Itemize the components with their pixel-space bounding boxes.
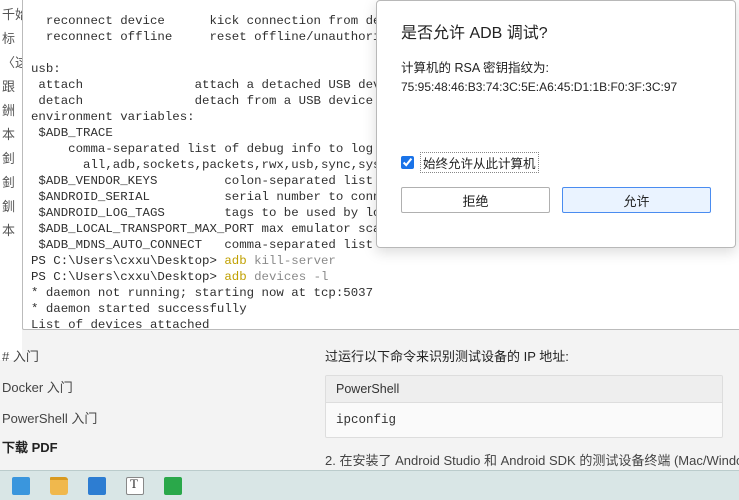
dialog-subtitle: 计算机的 RSA 密钥指纹为: [401,57,711,76]
doc-paragraph: 过运行以下命令来识别测试设备的 IP 地址: [325,340,735,375]
taskbar-app-icon[interactable] [164,477,182,495]
always-allow-checkbox[interactable] [401,156,414,169]
dialog-title: 是否允许 ADB 调试? [401,19,711,43]
adb-debug-dialog: 是否允许 ADB 调试? 计算机的 RSA 密钥指纹为: 75:95:48:46… [376,0,736,248]
dialog-fingerprint: 75:95:48:46:B3:74:3C:5E:A6:45:D1:1B:F0:3… [401,80,711,94]
doc-paragraph: 2. 在安装了 Android Studio 和 Android SDK 的测试… [325,438,735,469]
term-line: $ANDROID_LOG_TAGS tags to be used by log… [31,206,410,220]
term-line: $ANDROID_SERIAL serial number to connect [31,190,410,204]
term-line: $ADB_MDNS_AUTO_CONNECT comma-separated l… [31,238,410,252]
term-line: * daemon started successfully [31,302,247,316]
editor-left-margin: 千始 标 〈这 跟 銂 本 釗 釗 釧 本 [0,0,22,360]
windows-taskbar[interactable] [0,470,739,500]
term-line: List of devices attached [31,318,209,330]
term-line: environment variables: [31,110,195,124]
deny-button[interactable]: 拒绝 [401,187,550,213]
term-line: detach detach from a USB device [31,94,380,108]
always-allow-label[interactable]: 始终允许从此计算机 [420,152,539,173]
term-line: $ADB_TRACE [31,126,113,140]
term-line: reconnect offline reset offline/unauthor… [31,30,395,44]
file-explorer-icon[interactable] [50,477,68,495]
term-line: attach attach a detached USB dev [31,78,380,92]
term-prompt: PS C:\Users\cxxu\Desktop> [31,254,224,268]
term-cmd: adb [224,270,254,284]
term-args: devices -l [254,270,328,284]
term-line: comma-separated list of debug info to lo… [31,142,380,156]
docs-sidebar: # 入门 Docker 入门 PowerShell 入门 下载 PDF [0,340,310,462]
term-prompt: PS C:\Users\cxxu\Desktop> [31,270,224,284]
term-line: reconnect device kick connection from de… [31,14,410,28]
sidebar-item[interactable]: Docker 入门 [0,371,310,402]
term-line: $ADB_VENDOR_KEYS colon-separated list of… [31,174,410,188]
code-content[interactable]: ipconfig [326,403,722,437]
taskbar-app-icon[interactable] [126,477,144,495]
code-tab[interactable]: PowerShell [326,376,722,403]
term-line: * daemon not running; starting now at tc… [31,286,373,300]
start-button-icon[interactable] [12,477,30,495]
download-pdf-link[interactable]: 下载 PDF [0,433,310,462]
docs-content: 过运行以下命令来识别测试设备的 IP 地址: PowerShell ipconf… [325,340,735,469]
term-line: all,adb,sockets,packets,rwx,usb,sync,sys… [31,158,425,172]
term-line: $ADB_LOCAL_TRANSPORT_MAX_PORT max emulat… [31,222,410,236]
term-cmd: adb [224,254,254,268]
sidebar-item[interactable]: # 入门 [0,340,310,371]
taskbar-app-icon[interactable] [88,477,106,495]
sidebar-item[interactable]: PowerShell 入门 [0,402,310,433]
allow-button[interactable]: 允许 [562,187,711,213]
term-line: usb: [31,62,61,76]
term-args: kill-server [254,254,336,268]
code-block: PowerShell ipconfig [325,375,723,438]
